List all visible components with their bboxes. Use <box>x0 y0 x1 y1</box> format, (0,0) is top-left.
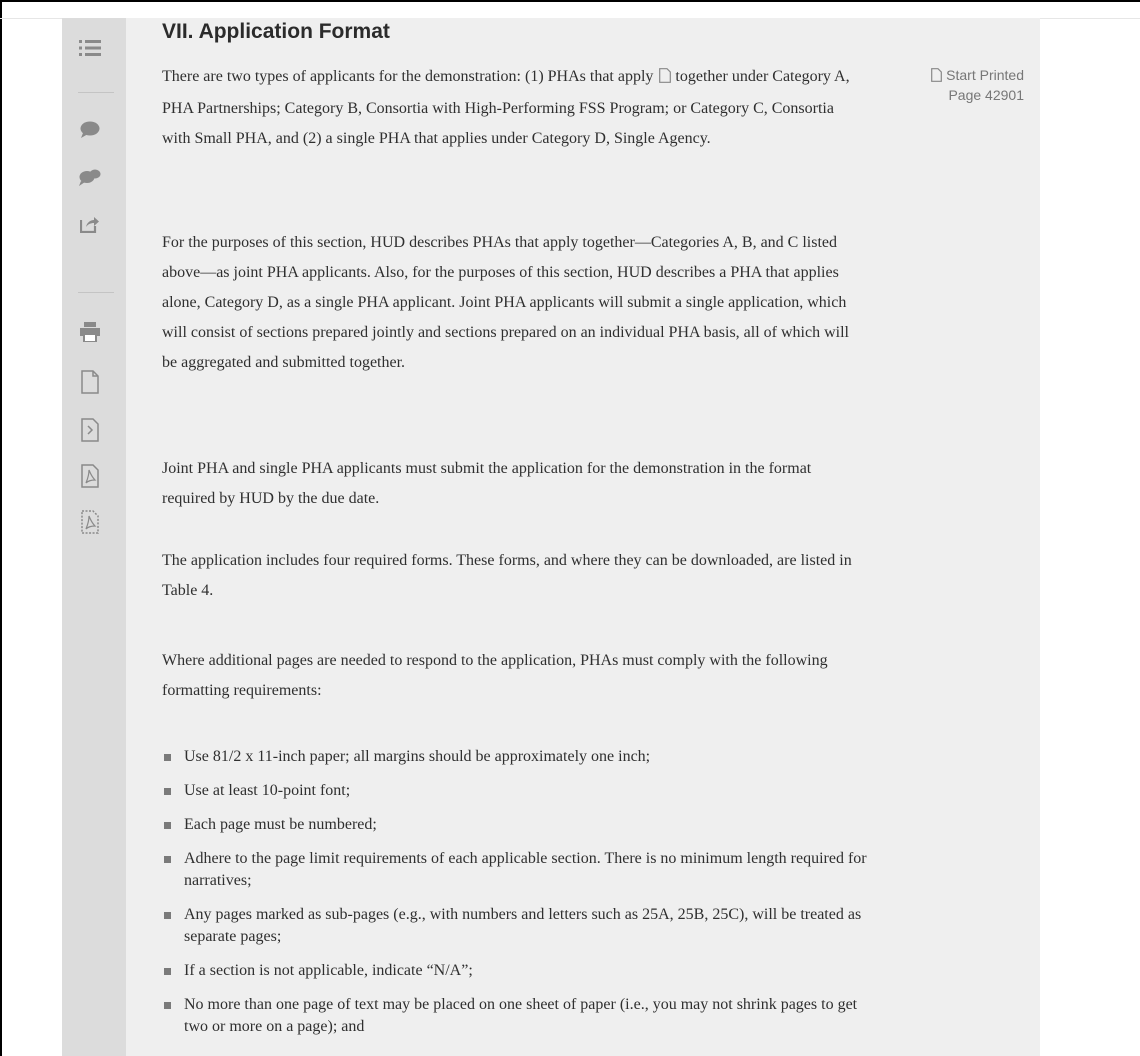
list-item: No more than one page of text may be pla… <box>162 994 882 1038</box>
pdf-icon[interactable] <box>78 464 102 488</box>
section-title: VII. Application Format <box>162 20 390 43</box>
paragraph: There are two types of applicants for th… <box>162 62 862 154</box>
list-item: Adhere to the page limit requirements of… <box>162 848 882 892</box>
paragraph: For the purposes of this section, HUD de… <box>162 234 849 371</box>
printed-page-number: Page 42901 <box>948 87 1024 103</box>
list-item: Use 81/2 x 11-inch paper; all margins sh… <box>162 746 882 768</box>
list-item: Use at least 10-point font; <box>162 780 882 802</box>
sidebar-separator <box>78 92 114 93</box>
list-item: If a section is not applicable, indicate… <box>162 960 882 982</box>
list-item: Each page must be numbered; <box>162 814 882 836</box>
paragraph: The application includes four required f… <box>162 552 852 599</box>
document-icon <box>931 68 943 86</box>
paragraph: Joint PHA and single PHA applicants must… <box>162 460 812 507</box>
paragraph: Where additional pages are needed to res… <box>162 652 828 699</box>
next-document-icon[interactable] <box>78 418 102 442</box>
paragraph-lead: There are two types of applicants for th… <box>162 68 654 85</box>
table-of-contents-icon[interactable] <box>78 36 102 60</box>
print-icon[interactable] <box>78 320 102 344</box>
sidebar-separator <box>78 292 114 293</box>
pdf-outline-icon[interactable] <box>78 510 102 534</box>
start-printed-page[interactable]: Start Printed Page 42901 <box>894 66 1024 104</box>
list-item: Any pages marked as sub-pages (e.g., wit… <box>162 904 882 948</box>
comments-icon[interactable] <box>78 165 102 189</box>
comment-icon[interactable] <box>78 118 102 142</box>
formatting-requirements-list: Use 81/2 x 11-inch paper; all margins sh… <box>162 746 882 1050</box>
document-icon[interactable] <box>659 64 672 94</box>
document-icon[interactable] <box>78 370 102 394</box>
start-printed-label: Start Printed <box>946 67 1024 83</box>
share-icon[interactable] <box>78 212 102 236</box>
